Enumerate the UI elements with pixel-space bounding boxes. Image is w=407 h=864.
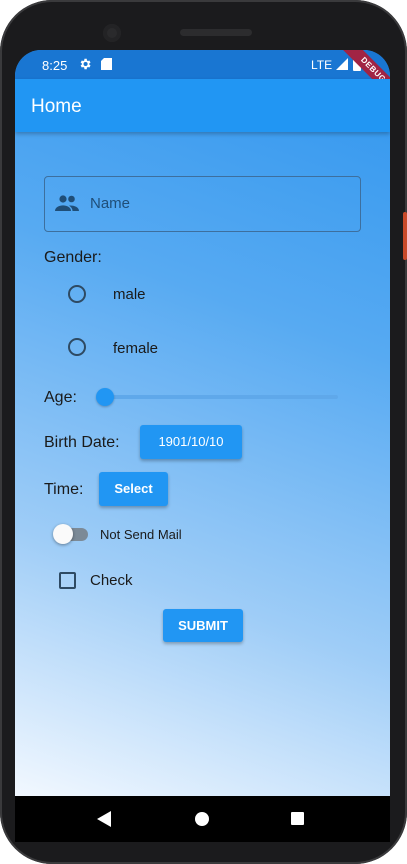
android-nav-bar: [15, 796, 390, 842]
back-icon[interactable]: [97, 811, 111, 827]
time-label: Time:: [44, 481, 84, 498]
network-type: LTE: [311, 58, 333, 72]
submit-button[interactable]: SUBMIT: [163, 609, 243, 642]
time-select-button[interactable]: Select: [99, 472, 168, 506]
signal-icon: [336, 58, 348, 70]
home-icon[interactable]: [195, 812, 209, 826]
birth-date-label: Birth Date:: [44, 434, 120, 451]
age-slider-track[interactable]: [105, 395, 338, 399]
mail-switch-thumb[interactable]: [53, 524, 73, 544]
power-button[interactable]: [403, 212, 407, 260]
name-placeholder: Name: [90, 195, 131, 212]
people-icon: [55, 195, 79, 211]
phone-frame: 8:25 LTE DEBUG Home Name Gender: male fe…: [0, 0, 407, 864]
mail-switch-label: Not Send Mail: [100, 527, 182, 542]
status-bar: 8:25 LTE DEBUG: [15, 50, 390, 107]
age-slider-thumb[interactable]: [96, 388, 114, 406]
front-camera: [103, 24, 121, 42]
status-time: 8:25: [42, 58, 68, 73]
gender-label: Gender:: [44, 249, 102, 266]
check-label: Check: [90, 572, 133, 589]
gear-icon: [80, 58, 91, 70]
birth-date-button[interactable]: 1901/10/10: [140, 425, 242, 459]
radio-label-female: female: [113, 340, 159, 357]
radio-male[interactable]: [68, 285, 86, 303]
name-input[interactable]: Name: [44, 176, 361, 232]
recent-apps-icon[interactable]: [291, 812, 304, 825]
app-screen: 8:25 LTE DEBUG Home Name Gender: male fe…: [15, 50, 390, 796]
sd-card-icon: [101, 58, 112, 70]
app-bar: Home: [15, 79, 390, 132]
check-checkbox[interactable]: [59, 572, 76, 589]
earpiece-speaker: [180, 29, 252, 36]
radio-label-male: male: [113, 286, 146, 303]
radio-female[interactable]: [68, 338, 86, 356]
age-label: Age:: [44, 389, 77, 406]
page-title: Home: [31, 96, 82, 117]
